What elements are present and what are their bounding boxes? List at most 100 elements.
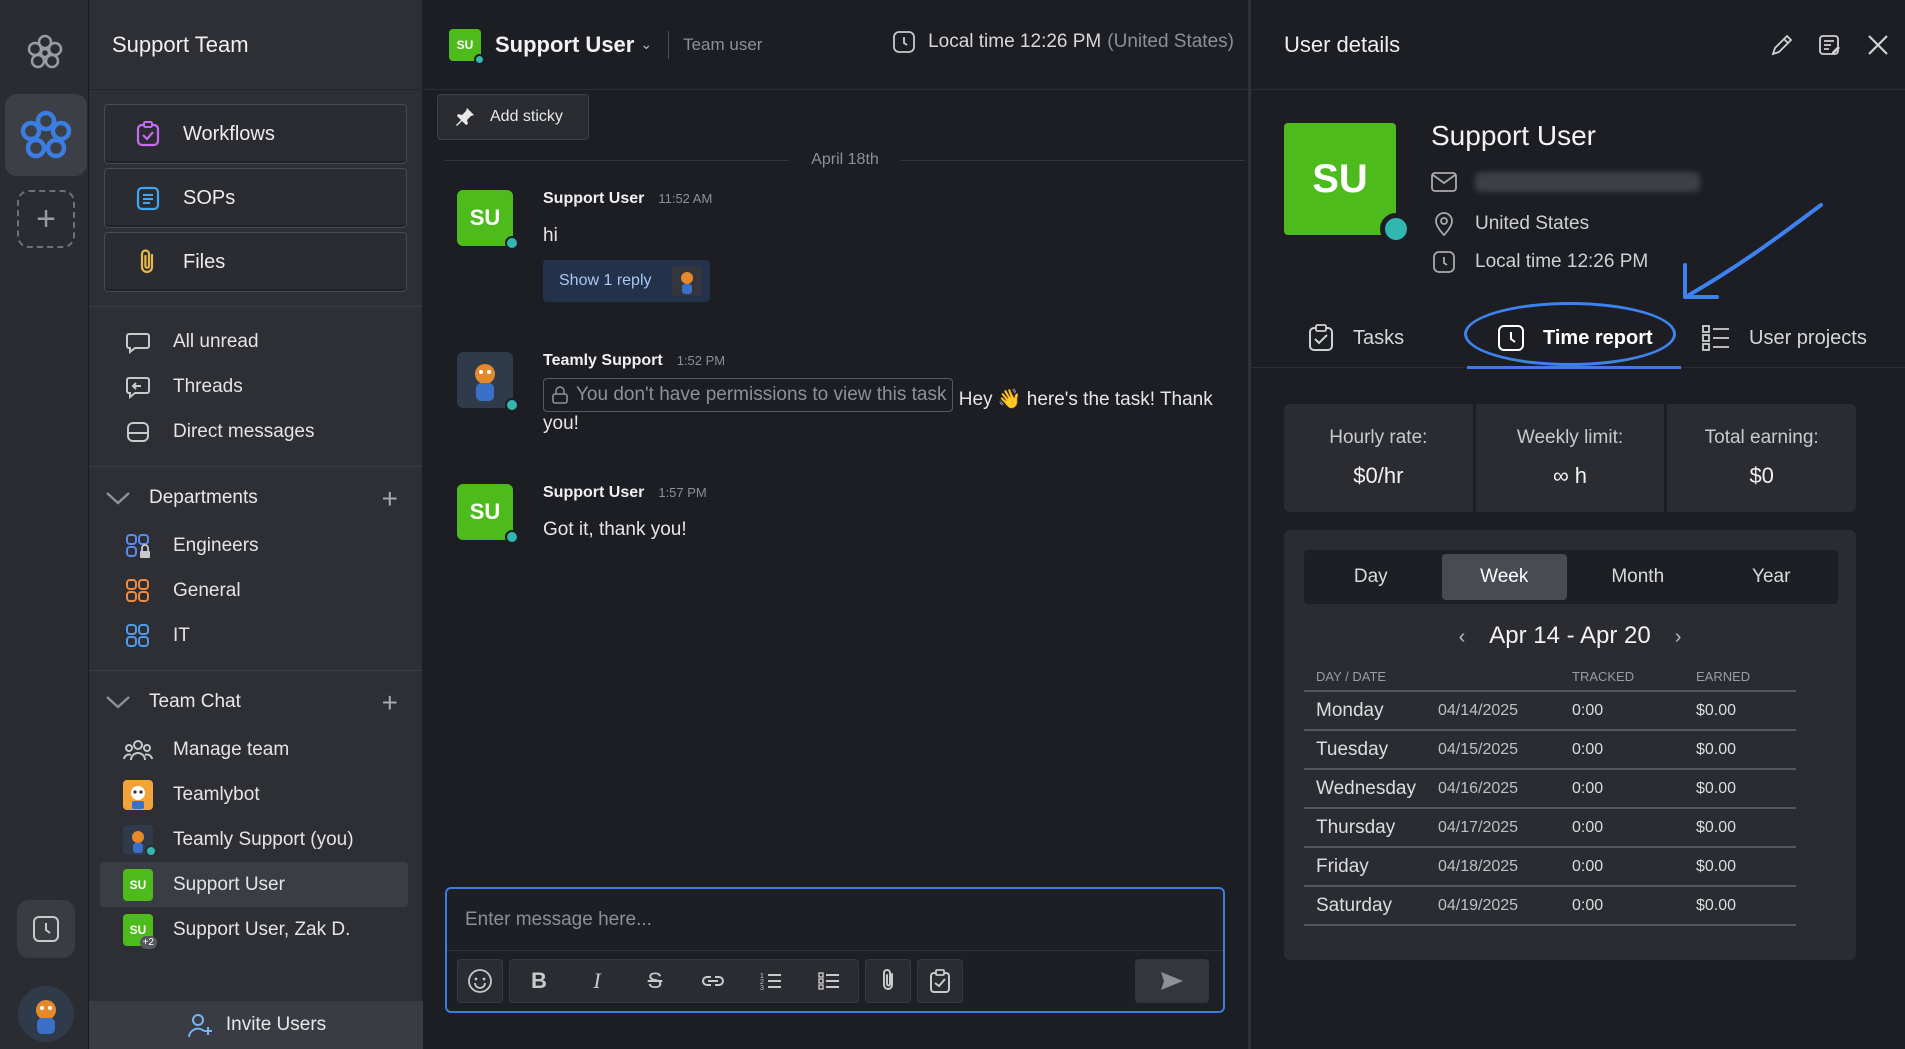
location-text: United States [1475,213,1590,234]
chevron-down-icon[interactable]: ⌄ [640,36,652,53]
tab-user-projects[interactable]: User projects [1701,308,1867,368]
cell-day: Wednesday [1316,777,1416,799]
numbered-list-icon[interactable]: 123 [742,959,800,1003]
team-name[interactable]: Support Team [89,0,422,90]
threads-icon [126,376,150,399]
sops-button[interactable]: SOPs [104,168,407,228]
all-unread-icon [126,332,150,354]
sidebar-item-threads[interactable]: Threads [89,364,422,409]
workflows-button[interactable]: Workflows [104,104,407,164]
projects-icon [1702,325,1729,351]
cell-earned: $0.00 [1696,896,1737,914]
period-selector: Day Week Month Year [1304,550,1838,604]
annotation-arrow-icon [1683,203,1823,299]
link-icon[interactable] [684,959,742,1003]
time-report-table: DAY / DATE TRACKED EARNED Monday 04/14/20… [1304,662,1796,926]
sidebar-item-it[interactable]: IT [89,613,422,658]
invite-users-label: Invite Users [225,1014,327,1035]
add-chat-button[interactable]: + [382,687,398,719]
message-author[interactable]: Support User [543,484,644,501]
message-input[interactable]: Enter message here... [447,889,1223,951]
chevron-right-icon[interactable]: › [1675,626,1682,648]
files-label: Files [183,250,226,273]
date-divider-label: April 18th [811,151,879,168]
chevron-left-icon[interactable]: ‹ [1459,626,1466,648]
send-button[interactable] [1135,959,1209,1003]
avatar[interactable]: SU [457,190,519,250]
avatar[interactable] [457,352,519,412]
emoji-icon[interactable] [458,959,502,1003]
bold-icon[interactable]: B [510,959,568,1003]
workspace-support-team[interactable] [5,94,87,176]
online-status-dot [1380,213,1412,245]
cell-earned: $0.00 [1696,779,1737,797]
app-logo-icon[interactable] [22,30,68,76]
edit-icon[interactable] [1769,32,1795,58]
chat-title[interactable]: Support User [495,32,634,58]
message: SU Support User 1:57 PM Got it, thank you… [457,484,707,544]
message-author[interactable]: Support User [543,190,644,207]
time-tracker-button[interactable] [17,900,75,958]
user-email[interactable] [1431,172,1700,192]
tab-tasks[interactable]: Tasks [1307,308,1404,368]
avatar-initials: SU [469,499,501,524]
sidebar-item-manage-team[interactable]: Manage team [89,727,422,772]
period-day[interactable]: Day [1308,554,1434,600]
local-time: Local time 12:26 PM (United States) [892,30,1234,54]
avatar-initials: SU [1312,156,1368,201]
message-author[interactable]: Teamly Support [543,352,663,369]
attach-icon[interactable] [866,959,910,1003]
add-department-button[interactable]: + [382,483,398,515]
period-week[interactable]: Week [1441,554,1567,600]
sidebar-item-direct-messages[interactable]: Direct messages [89,409,422,454]
cell-tracked: 0:00 [1572,818,1604,836]
departments-section-header[interactable]: Departments + [89,473,422,523]
message-time: 11:52 AM [658,191,713,206]
period-month[interactable]: Month [1575,554,1701,600]
cell-date: 04/19/2025 [1438,896,1519,914]
message-text-continued: you! [543,413,579,434]
sidebar-item-all-unread[interactable]: All unread [89,319,422,364]
annotation-circle [1464,302,1676,366]
sidebar-item-teamly-support[interactable]: Teamly Support (you) [89,817,422,862]
cell-day: Friday [1316,855,1369,877]
sidebar-item-group-chat[interactable]: SU +2 Support User, Zak D. [89,907,422,952]
strikethrough-icon[interactable]: S [626,959,684,1003]
sidebar-item-teamlybot[interactable]: Teamlybot [89,772,422,817]
bullet-list-icon[interactable] [800,959,858,1003]
italic-icon[interactable]: I [568,959,626,1003]
clock-icon [1433,251,1455,273]
files-button[interactable]: Files [104,232,407,292]
time-report-card: Day Week Month Year ‹ Apr 14 - Apr 20 › DA… [1284,530,1856,960]
sidebar-item-support-user[interactable]: SU Support User [100,862,408,907]
team-chat-section-header[interactable]: Team Chat + [89,677,422,727]
my-avatar[interactable] [18,986,74,1042]
add-sticky-button[interactable]: Add sticky [437,94,589,140]
threads-label: Threads [173,375,243,397]
period-year[interactable]: Year [1709,554,1835,600]
sidebar-item-engineers[interactable]: Engineers [89,523,422,568]
chat-avatar[interactable]: SU [449,28,485,65]
avatar[interactable]: SU [457,484,519,544]
cell-tracked: 0:00 [1572,896,1604,914]
add-workspace-button[interactable]: + [17,190,75,248]
chat-area: SU Support User ⌄ Team user Local time 1… [423,0,1248,1049]
close-icon[interactable] [1865,32,1891,58]
task-icon[interactable] [918,959,962,1003]
show-replies-button[interactable]: Show 1 reply [543,260,710,302]
sidebar-item-general[interactable]: General [89,568,422,613]
panel-title: User details [1284,31,1401,57]
location-icon [1435,212,1453,237]
message-time: 1:52 PM [676,353,726,368]
country: (United States) [1107,31,1234,52]
notes-icon[interactable] [1817,32,1843,58]
cell-tracked: 0:00 [1572,779,1604,797]
invite-users-button[interactable]: Invite Users [89,1001,423,1049]
locked-task-chip[interactable]: You don't have permissions to view this … [543,378,954,412]
date-divider: April 18th [445,150,1245,170]
user-name: Support User [1431,120,1596,151]
cell-tracked: 0:00 [1572,701,1604,719]
table-row: Wednesday 04/16/2025 0:00 $0.00 [1304,770,1796,809]
panel-header: User details [1251,0,1905,90]
engineers-label: Engineers [173,534,259,556]
